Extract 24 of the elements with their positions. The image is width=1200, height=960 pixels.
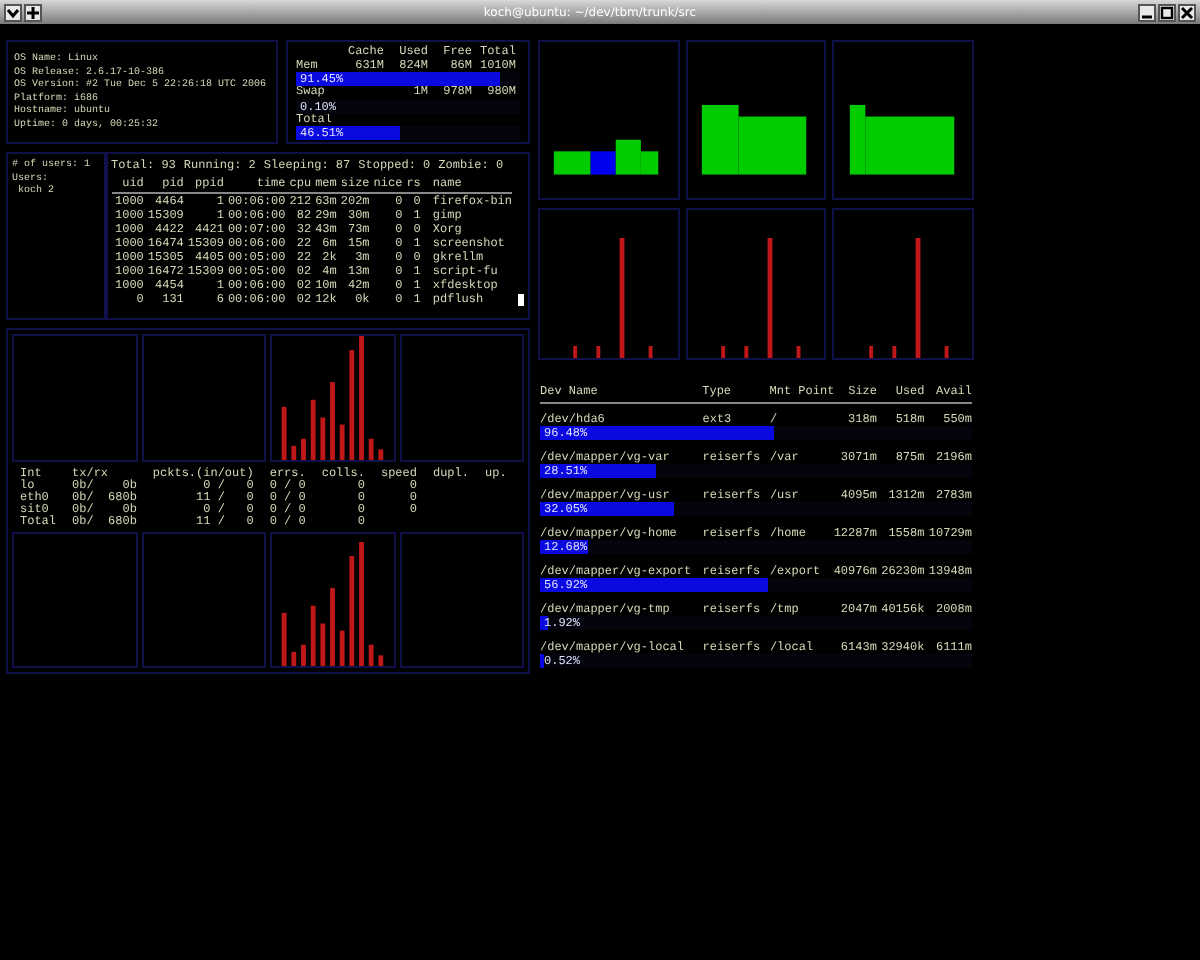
usage-blocks-drawing (701, 104, 807, 175)
usage-blocks-drawing (554, 139, 659, 175)
cursor-icon (518, 294, 524, 306)
menu-button[interactable] (4, 3, 22, 21)
traffic-bars-drawing (282, 336, 384, 460)
pin-button[interactable] (24, 3, 42, 21)
traffic-bars-drawing (282, 542, 384, 666)
plus-icon (26, 5, 40, 19)
maximize-button[interactable] (1157, 3, 1176, 21)
graph-panel (12, 532, 137, 668)
spike-bars-drawing (573, 238, 654, 358)
maximize-icon (1159, 5, 1174, 19)
usage-blocks-drawing (849, 104, 954, 175)
close-button[interactable] (1177, 3, 1196, 21)
graph-panel (141, 532, 266, 668)
graph-panel (399, 532, 524, 668)
spike-bars-drawing (868, 238, 948, 358)
close-icon (1179, 5, 1194, 19)
minimize-button[interactable] (1137, 3, 1156, 21)
graph-panel (141, 334, 266, 462)
chevron-icon (6, 5, 20, 19)
spike-bars-drawing (721, 238, 801, 358)
graph-panel (399, 334, 524, 462)
graph-panel (12, 334, 137, 462)
